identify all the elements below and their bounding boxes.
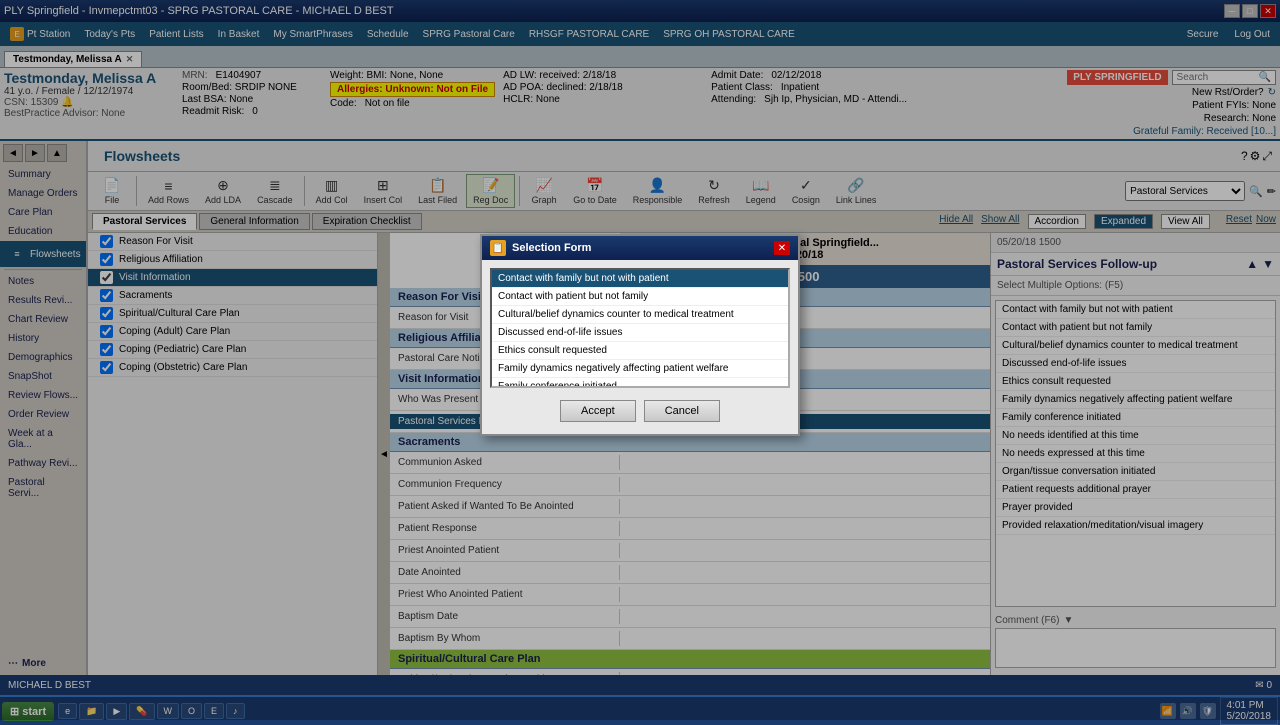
modal-title: Selection Form — [512, 242, 591, 254]
modal-item-2[interactable]: Cultural/belief dynamics counter to medi… — [492, 306, 788, 324]
modal-cancel-button[interactable]: Cancel — [644, 400, 720, 422]
modal-icon: 📋 — [490, 240, 506, 256]
modal-close-button[interactable]: ✕ — [774, 241, 790, 255]
modal-item-4[interactable]: Ethics consult requested — [492, 342, 788, 360]
modal-list: Contact with family but not with patient… — [490, 268, 790, 388]
modal-title-bar: 📋 Selection Form ✕ — [482, 236, 798, 260]
modal-item-3[interactable]: Discussed end-of-life issues — [492, 324, 788, 342]
modal-accept-button[interactable]: Accept — [560, 400, 636, 422]
modal-item-6[interactable]: Family conference initiated — [492, 378, 788, 388]
modal-item-5[interactable]: Family dynamics negatively affecting pat… — [492, 360, 788, 378]
modal-overlay: 📋 Selection Form ✕ Contact with family b… — [0, 0, 1280, 720]
modal-item-1[interactable]: Contact with patient but not family — [492, 288, 788, 306]
modal-buttons: Accept Cancel — [490, 396, 790, 426]
modal-item-0[interactable]: Contact with family but not with patient — [492, 270, 788, 288]
modal-content: Contact with family but not with patient… — [482, 260, 798, 434]
selection-modal: 📋 Selection Form ✕ Contact with family b… — [480, 234, 800, 436]
